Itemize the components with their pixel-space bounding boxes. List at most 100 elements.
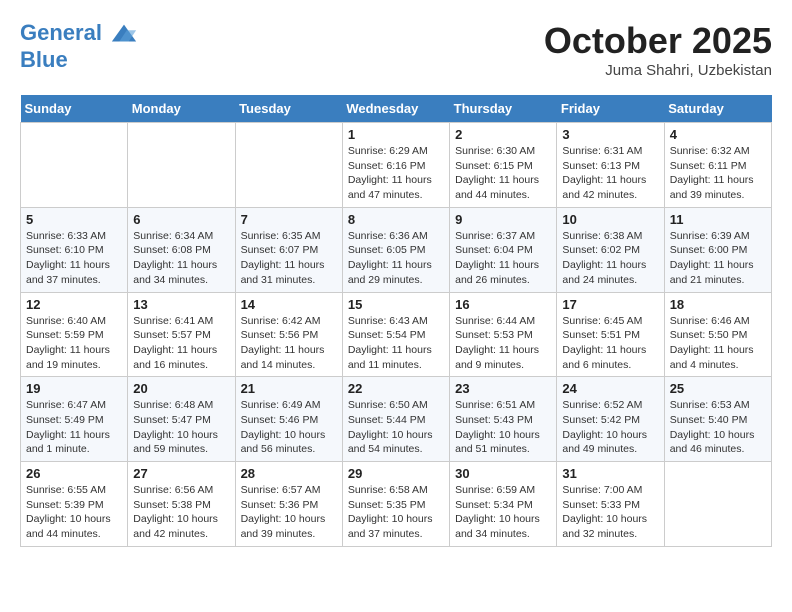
day-info: Sunrise: 6:55 AM Sunset: 5:39 PM Dayligh…	[26, 483, 122, 542]
day-number: 4	[670, 127, 766, 142]
calendar-cell: 9Sunrise: 6:37 AM Sunset: 6:04 PM Daylig…	[450, 207, 557, 292]
calendar-cell: 31 Sunrise: 7:00 AM Sunset: 5:33 PM Dayli…	[557, 462, 664, 547]
page-header: General Blue October 2025 Juma Shahri, U…	[20, 20, 772, 79]
calendar-cell	[664, 462, 771, 547]
day-number: 18	[670, 297, 766, 312]
day-info: Sunrise: 6:50 AM Sunset: 5:44 PM Dayligh…	[348, 398, 444, 457]
day-info: Sunrise: 6:38 AM Sunset: 6:02 PM Dayligh…	[562, 229, 658, 288]
day-number: 28	[241, 466, 337, 481]
calendar-cell: 12Sunrise: 6:40 AM Sunset: 5:59 PM Dayli…	[21, 292, 128, 377]
day-number: 21	[241, 381, 337, 396]
calendar-cell: 13Sunrise: 6:41 AM Sunset: 5:57 PM Dayli…	[128, 292, 235, 377]
day-number: 23	[455, 381, 551, 396]
calendar-cell	[235, 123, 342, 208]
day-number: 7	[241, 212, 337, 227]
calendar-week-row: 5 Sunrise: 6:33 AM Sunset: 6:10 PM Daylig…	[21, 207, 772, 292]
weekday-header-sunday: Sunday	[21, 95, 128, 123]
day-info: Sunrise: 6:49 AM Sunset: 5:46 PM Dayligh…	[241, 398, 337, 457]
month-title: October 2025	[544, 20, 772, 62]
calendar-cell: 5 Sunrise: 6:33 AM Sunset: 6:10 PM Daylig…	[21, 207, 128, 292]
calendar-cell: 11Sunrise: 6:39 AM Sunset: 6:00 PM Dayli…	[664, 207, 771, 292]
calendar-cell	[21, 123, 128, 208]
logo-blue: Blue	[20, 48, 138, 72]
day-info: Sunrise: 7:00 AM Sunset: 5:33 PM Dayligh…	[562, 483, 658, 542]
calendar-cell: 29Sunrise: 6:58 AM Sunset: 5:35 PM Dayli…	[342, 462, 449, 547]
day-info: Sunrise: 6:43 AM Sunset: 5:54 PM Dayligh…	[348, 314, 444, 373]
weekday-header-thursday: Thursday	[450, 95, 557, 123]
calendar-cell: 27Sunrise: 6:56 AM Sunset: 5:38 PM Dayli…	[128, 462, 235, 547]
day-number: 10	[562, 212, 658, 227]
calendar-cell: 22 Sunrise: 6:50 AM Sunset: 5:44 PM Dayli…	[342, 377, 449, 462]
calendar-table: SundayMondayTuesdayWednesdayThursdayFrid…	[20, 95, 772, 547]
day-info: Sunrise: 6:32 AM Sunset: 6:11 PM Dayligh…	[670, 144, 766, 203]
calendar-cell: 30Sunrise: 6:59 AM Sunset: 5:34 PM Dayli…	[450, 462, 557, 547]
location: Juma Shahri, Uzbekistan	[544, 62, 772, 79]
day-info: Sunrise: 6:47 AM Sunset: 5:49 PM Dayligh…	[26, 398, 122, 457]
day-info: Sunrise: 6:48 AM Sunset: 5:47 PM Dayligh…	[133, 398, 229, 457]
weekday-header-tuesday: Tuesday	[235, 95, 342, 123]
day-number: 17	[562, 297, 658, 312]
calendar-cell: 10 Sunrise: 6:38 AM Sunset: 6:02 PM Dayli…	[557, 207, 664, 292]
calendar-cell: 25 Sunrise: 6:53 AM Sunset: 5:40 PM Dayli…	[664, 377, 771, 462]
day-number: 9	[455, 212, 551, 227]
calendar-cell: 28 Sunrise: 6:57 AM Sunset: 5:36 PM Dayli…	[235, 462, 342, 547]
day-number: 20	[133, 381, 229, 396]
calendar-cell: 17Sunrise: 6:45 AM Sunset: 5:51 PM Dayli…	[557, 292, 664, 377]
day-info: Sunrise: 6:42 AM Sunset: 5:56 PM Dayligh…	[241, 314, 337, 373]
day-info: Sunrise: 6:40 AM Sunset: 5:59 PM Dayligh…	[26, 314, 122, 373]
day-info: Sunrise: 6:36 AM Sunset: 6:05 PM Dayligh…	[348, 229, 444, 288]
day-number: 8	[348, 212, 444, 227]
calendar-week-row: 19Sunrise: 6:47 AM Sunset: 5:49 PM Dayli…	[21, 377, 772, 462]
day-number: 22	[348, 381, 444, 396]
day-number: 2	[455, 127, 551, 142]
calendar-cell: 18Sunrise: 6:46 AM Sunset: 5:50 PM Dayli…	[664, 292, 771, 377]
day-number: 31	[562, 466, 658, 481]
day-info: Sunrise: 6:56 AM Sunset: 5:38 PM Dayligh…	[133, 483, 229, 542]
day-number: 26	[26, 466, 122, 481]
calendar-week-row: 26 Sunrise: 6:55 AM Sunset: 5:39 PM Dayli…	[21, 462, 772, 547]
day-info: Sunrise: 6:29 AM Sunset: 6:16 PM Dayligh…	[348, 144, 444, 203]
calendar-cell: 8 Sunrise: 6:36 AM Sunset: 6:05 PM Daylig…	[342, 207, 449, 292]
day-number: 25	[670, 381, 766, 396]
day-number: 13	[133, 297, 229, 312]
day-number: 11	[670, 212, 766, 227]
day-info: Sunrise: 6:34 AM Sunset: 6:08 PM Dayligh…	[133, 229, 229, 288]
day-info: Sunrise: 6:59 AM Sunset: 5:34 PM Dayligh…	[455, 483, 551, 542]
logo: General Blue	[20, 20, 138, 72]
day-info: Sunrise: 6:30 AM Sunset: 6:15 PM Dayligh…	[455, 144, 551, 203]
calendar-cell: 20 Sunrise: 6:48 AM Sunset: 5:47 PM Dayli…	[128, 377, 235, 462]
calendar-cell: 24 Sunrise: 6:52 AM Sunset: 5:42 PM Dayli…	[557, 377, 664, 462]
calendar-cell: 2 Sunrise: 6:30 AM Sunset: 6:15 PM Daylig…	[450, 123, 557, 208]
calendar-cell: 26 Sunrise: 6:55 AM Sunset: 5:39 PM Dayli…	[21, 462, 128, 547]
calendar-cell: 7 Sunrise: 6:35 AM Sunset: 6:07 PM Daylig…	[235, 207, 342, 292]
day-info: Sunrise: 6:44 AM Sunset: 5:53 PM Dayligh…	[455, 314, 551, 373]
calendar-cell: 3 Sunrise: 6:31 AM Sunset: 6:13 PM Daylig…	[557, 123, 664, 208]
day-number: 6	[133, 212, 229, 227]
weekday-header-wednesday: Wednesday	[342, 95, 449, 123]
calendar-cell: 16 Sunrise: 6:44 AM Sunset: 5:53 PM Dayli…	[450, 292, 557, 377]
calendar-cell: 19Sunrise: 6:47 AM Sunset: 5:49 PM Dayli…	[21, 377, 128, 462]
day-number: 16	[455, 297, 551, 312]
weekday-header-monday: Monday	[128, 95, 235, 123]
day-info: Sunrise: 6:53 AM Sunset: 5:40 PM Dayligh…	[670, 398, 766, 457]
day-info: Sunrise: 6:58 AM Sunset: 5:35 PM Dayligh…	[348, 483, 444, 542]
day-number: 24	[562, 381, 658, 396]
day-info: Sunrise: 6:57 AM Sunset: 5:36 PM Dayligh…	[241, 483, 337, 542]
day-info: Sunrise: 6:35 AM Sunset: 6:07 PM Dayligh…	[241, 229, 337, 288]
calendar-cell: 14 Sunrise: 6:42 AM Sunset: 5:56 PM Dayli…	[235, 292, 342, 377]
day-number: 5	[26, 212, 122, 227]
day-info: Sunrise: 6:52 AM Sunset: 5:42 PM Dayligh…	[562, 398, 658, 457]
calendar-cell	[128, 123, 235, 208]
day-info: Sunrise: 6:33 AM Sunset: 6:10 PM Dayligh…	[26, 229, 122, 288]
weekday-header-friday: Friday	[557, 95, 664, 123]
day-info: Sunrise: 6:51 AM Sunset: 5:43 PM Dayligh…	[455, 398, 551, 457]
day-number: 15	[348, 297, 444, 312]
day-number: 3	[562, 127, 658, 142]
title-block: October 2025 Juma Shahri, Uzbekistan	[544, 20, 772, 79]
calendar-cell: 4 Sunrise: 6:32 AM Sunset: 6:11 PM Daylig…	[664, 123, 771, 208]
calendar-week-row: 1Sunrise: 6:29 AM Sunset: 6:16 PM Daylig…	[21, 123, 772, 208]
calendar-cell: 15 Sunrise: 6:43 AM Sunset: 5:54 PM Dayli…	[342, 292, 449, 377]
calendar-cell: 1Sunrise: 6:29 AM Sunset: 6:16 PM Daylig…	[342, 123, 449, 208]
day-number: 14	[241, 297, 337, 312]
day-info: Sunrise: 6:31 AM Sunset: 6:13 PM Dayligh…	[562, 144, 658, 203]
